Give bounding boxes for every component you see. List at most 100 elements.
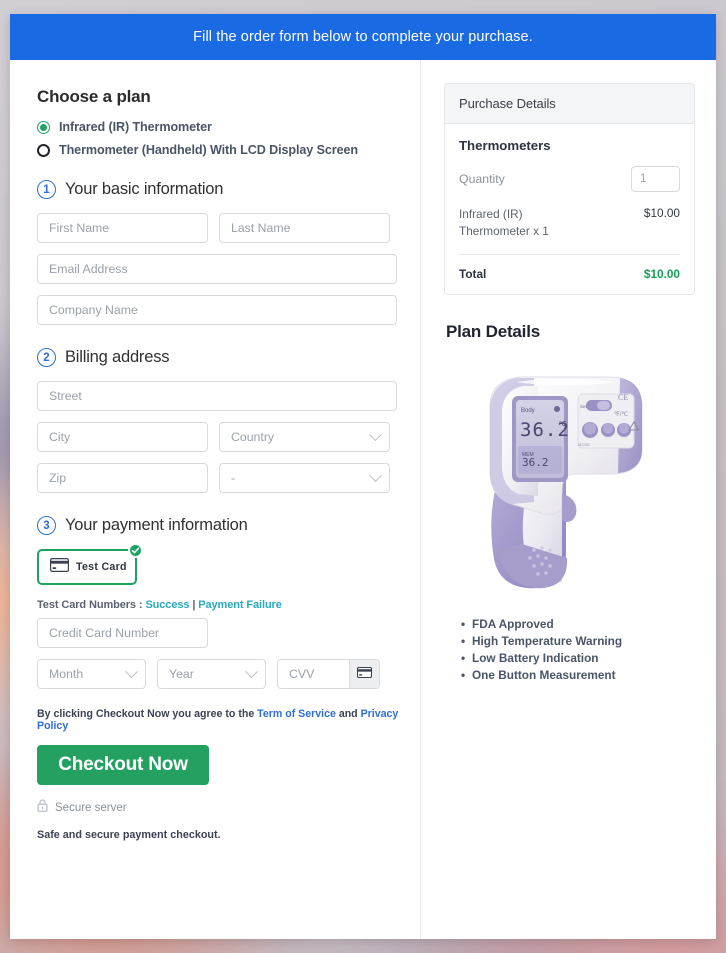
card-body: Choose a plan Infrared (IR) Thermometer … [10, 60, 716, 939]
company-input[interactable]: Company Name [37, 295, 397, 325]
secure-server-row: Secure server [37, 799, 404, 817]
safe-checkout-note: Safe and secure payment checkout. [37, 829, 221, 841]
month-select[interactable]: Month [37, 659, 146, 689]
svg-text:Body: Body [521, 408, 535, 414]
street-row: Street [37, 381, 404, 411]
svg-text:MODE: MODE [578, 442, 590, 447]
step-basic-information: 1 Your basic information [37, 180, 404, 199]
step-number-badge: 1 [37, 180, 56, 199]
success-link[interactable]: Success [145, 599, 189, 611]
email-row: Email Address [37, 254, 404, 284]
test-card-label: Test Card [76, 561, 127, 573]
svg-text:CE: CE [618, 393, 628, 402]
country-select-value: Country [231, 430, 275, 444]
year-select[interactable]: Year [157, 659, 266, 689]
choose-plan-heading: Choose a plan [37, 87, 151, 106]
list-item: One Button Measurement [461, 667, 695, 684]
credit-card-icon [50, 557, 69, 577]
lock-icon [37, 799, 48, 817]
list-item: Low Battery Indication [461, 650, 695, 667]
list-item: High Temperature Warning [461, 633, 695, 650]
checkout-card: Fill the order form below to complete yo… [10, 14, 716, 939]
step-title: Your payment information [65, 516, 248, 534]
order-banner: Fill the order form below to complete yo… [10, 14, 716, 60]
radio-selected-icon[interactable] [37, 120, 50, 134]
line-item-description: Infrared (IR) Thermometer x 1 [459, 207, 549, 239]
cvv-card-icon-button[interactable] [349, 660, 379, 688]
quantity-row: Quantity 1 [459, 166, 680, 192]
state-select[interactable]: - [219, 463, 390, 493]
link-separator: | [189, 599, 199, 611]
step-payment-information: 3 Your payment information [37, 516, 404, 535]
terms-agreement-text: By clicking Checkout Now you agree to th… [37, 708, 404, 732]
street-input[interactable]: Street [37, 381, 397, 411]
card-number-row: Credit Card Number [37, 618, 404, 648]
check-circle-icon [128, 543, 143, 558]
quantity-label: Quantity [459, 172, 505, 186]
email-input[interactable]: Email Address [37, 254, 397, 284]
feature-list: FDA Approved High Temperature Warning Lo… [461, 616, 695, 684]
chevron-down-icon [245, 664, 258, 678]
summary-column: Purchase Details Thermometers Quantity 1… [421, 60, 715, 939]
svg-text:℉/℃: ℉/℃ [614, 412, 628, 418]
product-name: Thermometers [459, 138, 551, 153]
state-select-value: - [231, 471, 236, 485]
zip-input[interactable]: Zip [37, 463, 208, 493]
plan-details-title: Plan Details [446, 322, 540, 342]
terms-prefix: By clicking Checkout Now you agree to th… [37, 708, 258, 720]
svg-text:MEM: MEM [522, 452, 534, 458]
city-country-row: City Country [37, 422, 404, 452]
purchase-details-body: Thermometers Quantity 1 Infrared (IR) Th… [445, 124, 694, 294]
list-item: FDA Approved [461, 616, 695, 633]
step-billing-address: 2 Billing address [37, 348, 404, 367]
plan-option-label: Infrared (IR) Thermometer [59, 120, 212, 134]
plan-option-infrared[interactable]: Infrared (IR) Thermometer [37, 120, 404, 134]
total-row: Total $10.00 [459, 255, 680, 281]
chevron-down-icon [369, 468, 382, 482]
step-number-badge: 3 [37, 516, 56, 535]
plan-option-handheld[interactable]: Thermometer (Handheld) With LCD Display … [37, 143, 404, 157]
first-name-input[interactable]: First Name [37, 213, 208, 243]
test-card-numbers-note: Test Card Numbers : Success | Payment Fa… [37, 599, 404, 611]
city-input[interactable]: City [37, 422, 208, 452]
step-title: Your basic information [65, 180, 224, 198]
chevron-down-icon [125, 664, 138, 678]
line-item-price: $10.00 [643, 206, 680, 220]
test-numbers-prefix: Test Card Numbers : [37, 599, 146, 611]
radio-unselected-icon[interactable] [37, 143, 50, 157]
quantity-input[interactable]: 1 [631, 166, 680, 192]
company-row: Company Name [37, 295, 404, 325]
checkout-now-button[interactable]: Checkout Now [37, 745, 209, 785]
purchase-details-header: Purchase Details [445, 84, 694, 124]
payment-failure-link[interactable]: Payment Failure [198, 599, 282, 611]
credit-card-number-input[interactable]: Credit Card Number [37, 618, 208, 648]
test-card-button[interactable]: Test Card [37, 543, 143, 585]
country-select[interactable]: Country [219, 422, 390, 452]
last-name-input[interactable]: Last Name [219, 213, 390, 243]
order-banner-text: Fill the order form below to complete yo… [193, 29, 533, 45]
zip-state-row: Zip - [37, 463, 404, 493]
purchase-details-card: Purchase Details Thermometers Quantity 1… [444, 83, 695, 296]
step-title: Billing address [65, 348, 170, 366]
infrared-thermometer-illustration: Body 36.2 °C 36.2 MEM Set CE ℉/℃ MODE [489, 376, 643, 589]
line-item-row: Infrared (IR) Thermometer x 1 $10.00 [459, 206, 680, 256]
step-number-badge: 2 [37, 348, 56, 367]
name-row: First Name Last Name [37, 213, 404, 243]
total-label: Total [459, 267, 487, 282]
cvv-input[interactable]: CVV [278, 660, 349, 688]
svg-text:°C: °C [559, 420, 567, 428]
plan-product-image: Body 36.2 °C 36.2 MEM Set CE ℉/℃ MODE [444, 354, 695, 594]
month-select-value: Month [49, 667, 84, 681]
credit-card-icon [356, 665, 373, 683]
expiry-cvv-row: Month Year CVV [37, 659, 404, 689]
secure-server-label: Secure server [55, 802, 127, 814]
plan-option-label: Thermometer (Handheld) With LCD Display … [59, 143, 358, 157]
chevron-down-icon [369, 427, 382, 441]
term-of-service-link[interactable]: Term of Service [257, 708, 336, 720]
form-column: Choose a plan Infrared (IR) Thermometer … [10, 60, 421, 939]
cvv-group: CVV [277, 659, 380, 689]
year-select-value: Year [169, 667, 194, 681]
terms-middle: and [335, 708, 361, 720]
total-value: $10.00 [643, 267, 680, 282]
svg-text:Set: Set [580, 404, 588, 409]
